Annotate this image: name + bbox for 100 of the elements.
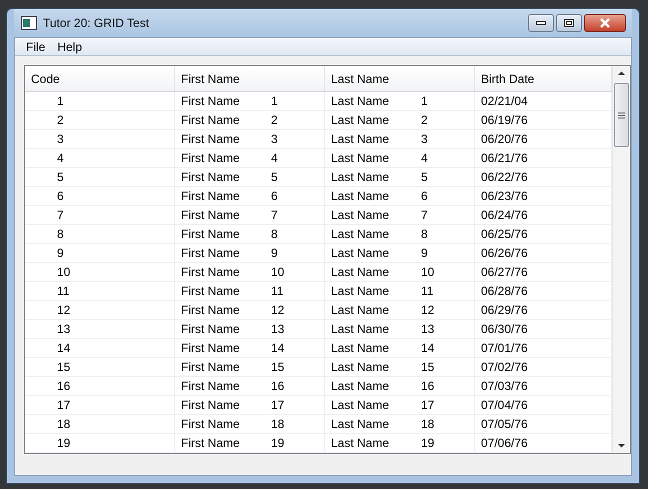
table-cell: 16 xyxy=(25,377,175,395)
table-cell: 10 xyxy=(25,263,175,281)
table-cell-text: 13 xyxy=(421,322,436,336)
table-cell-text: 17 xyxy=(421,398,436,412)
table-cell-text: 18 xyxy=(421,417,436,431)
table-cell: First Name xyxy=(181,151,240,165)
minimize-button[interactable] xyxy=(528,14,554,32)
table-cell-text: 18 xyxy=(271,417,286,431)
table-cell: First Name xyxy=(181,417,240,431)
maximize-button[interactable] xyxy=(556,14,582,32)
column-header[interactable]: Code xyxy=(25,66,175,91)
table-cell: Last Name xyxy=(331,246,390,260)
table-cell-text: 13 xyxy=(271,322,286,336)
table-cell: 8 xyxy=(25,225,175,243)
table-cell-text: 10 xyxy=(421,265,436,279)
table-cell: 17 xyxy=(25,396,175,414)
table-cell-text: 6 xyxy=(421,189,429,203)
table-cell: Last Name xyxy=(331,170,390,184)
table-cell-text: 9 xyxy=(421,246,429,260)
table-cell: First Name xyxy=(181,303,240,317)
menu-item[interactable]: Help xyxy=(51,40,88,54)
close-button[interactable] xyxy=(584,14,626,32)
table-cell: Last Name xyxy=(331,417,390,431)
table-cell: First Name xyxy=(181,379,240,393)
table-cell: First Name xyxy=(181,246,240,260)
menu-item[interactable]: File xyxy=(20,40,52,54)
column-header[interactable]: Last Name xyxy=(325,66,475,91)
table-cell: Last Name xyxy=(331,208,390,222)
table-cell: First Name xyxy=(181,170,240,184)
table-cell: 14 xyxy=(25,339,175,357)
table-cell: 3 xyxy=(25,130,175,148)
table-cell: First Name xyxy=(181,189,240,203)
table-cell: First Name xyxy=(181,341,240,355)
table-cell-text: 2 xyxy=(271,113,279,127)
table-cell-text: 3 xyxy=(421,132,429,146)
table-cell-text: 12 xyxy=(271,303,286,317)
table-cell-text: 4 xyxy=(271,151,279,165)
table-cell: 5 xyxy=(25,168,175,186)
table-cell: First Name xyxy=(181,322,240,336)
table-cell-text: 7 xyxy=(421,208,429,222)
table-cell-text: 2 xyxy=(421,113,429,127)
table-cell: Last Name xyxy=(331,398,390,412)
app-icon xyxy=(21,16,37,30)
table-cell-text: 11 xyxy=(421,284,434,298)
table-cell-text: 14 xyxy=(271,341,286,355)
table-cell: Last Name xyxy=(331,379,390,393)
table-cell-text: 8 xyxy=(271,227,279,241)
maximize-icon xyxy=(564,19,574,27)
table-cell: 12 xyxy=(25,301,175,319)
table-cell: First Name xyxy=(181,113,240,127)
table-cell: Last Name xyxy=(331,341,390,355)
table-cell: Last Name xyxy=(331,113,390,127)
table-cell: 15 xyxy=(25,358,175,376)
table-cell-text: 16 xyxy=(421,379,436,393)
table-cell-text: 9 xyxy=(271,246,279,260)
table-cell: Last Name xyxy=(331,284,390,298)
table-cell-text: 19 xyxy=(271,436,286,450)
table-cell-text: 8 xyxy=(421,227,429,241)
table-cell-text: 17 xyxy=(271,398,286,412)
table-cell-text: 12 xyxy=(421,303,436,317)
table-cell: 2 xyxy=(25,111,175,129)
column-header[interactable]: First Name xyxy=(175,66,325,91)
table-cell-text: 5 xyxy=(421,170,429,184)
table-cell: Last Name xyxy=(331,265,390,279)
window-title: Tutor 20: GRID Test xyxy=(43,16,150,30)
table-cell: Last Name xyxy=(331,132,390,146)
table-cell: 13 xyxy=(25,320,175,338)
table-cell-text: 19 xyxy=(421,436,436,450)
scrollbar-thumb[interactable] xyxy=(614,83,629,147)
table-cell: 9 xyxy=(25,244,175,262)
table-cell-text: 11 xyxy=(271,284,284,298)
table-cell-text: 10 xyxy=(271,265,286,279)
table-cell: Last Name xyxy=(331,189,390,203)
table-cell-text: 16 xyxy=(271,379,286,393)
table-cell-text: 14 xyxy=(421,341,436,355)
table-cell: Last Name xyxy=(331,151,390,165)
table-cell: First Name xyxy=(181,132,240,146)
table-cell: First Name xyxy=(181,94,240,108)
table-cell: 7 xyxy=(25,206,175,224)
table-cell-text: 15 xyxy=(271,360,286,374)
table-cell: First Name xyxy=(181,284,240,298)
table-cell: First Name xyxy=(181,227,240,241)
table-cell: Last Name xyxy=(331,303,390,317)
table-cell: 1 xyxy=(25,92,175,110)
table-cell-text: 7 xyxy=(271,208,279,222)
table-cell: First Name xyxy=(181,208,240,222)
table-cell: 6 xyxy=(25,187,175,205)
close-icon xyxy=(599,18,611,28)
table-cell: Last Name xyxy=(331,360,390,374)
table-cell: First Name xyxy=(181,436,240,450)
table-cell-text: 4 xyxy=(421,151,429,165)
minimize-icon xyxy=(536,21,546,25)
table-cell-text: 1 xyxy=(271,94,279,108)
table-cell-text: 3 xyxy=(271,132,279,146)
table-cell: First Name xyxy=(181,265,240,279)
table-cell: Last Name xyxy=(331,322,390,336)
table-cell: Last Name xyxy=(331,94,390,108)
table-cell: 4 xyxy=(25,149,175,167)
table-cell: 11 xyxy=(25,282,175,300)
table-cell: 18 xyxy=(25,415,175,433)
